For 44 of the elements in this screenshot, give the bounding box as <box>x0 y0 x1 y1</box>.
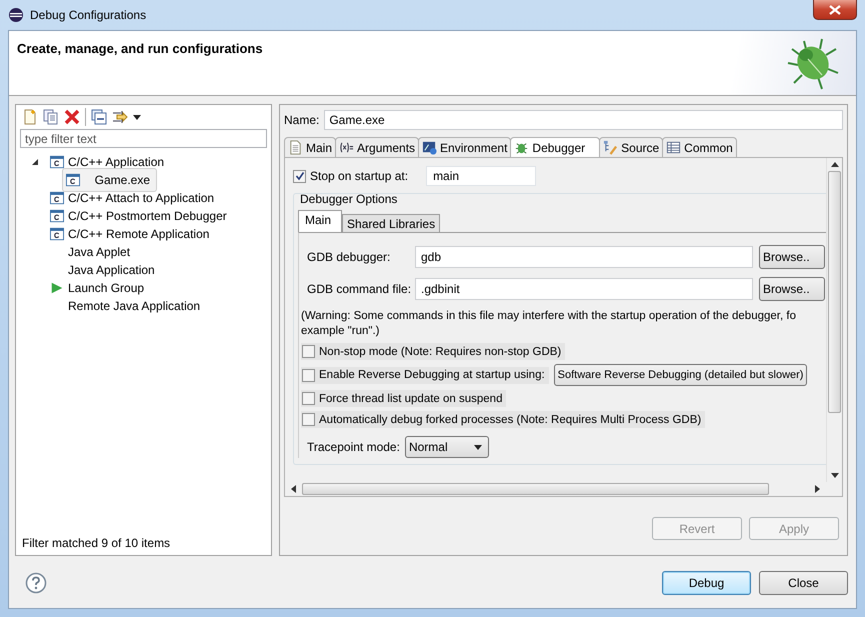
tree-item[interactable]: Remote Java Application <box>48 296 204 316</box>
tab[interactable]: Source <box>599 137 664 157</box>
tab[interactable]: Arguments <box>335 137 420 157</box>
field-label: GDB command file: <box>307 282 412 296</box>
name-label: Name: <box>284 113 320 127</box>
tree-item[interactable]: Game.exe <box>62 168 157 192</box>
option-label[interactable]: Enable Reverse Debugging at startup using: <box>301 366 549 384</box>
checkbox-label: Non-stop mode (Note: Requires non-stop GDB) <box>319 346 562 358</box>
checkbox-label: Stop on startup at: <box>310 169 408 183</box>
tree-item[interactable]: Launch Group <box>48 278 148 298</box>
dialog-button[interactable]: Debug <box>662 571 751 595</box>
checkbox-label: Force thread list update on suspend <box>319 392 502 404</box>
stop-location-field[interactable]: main <box>426 166 536 186</box>
group-title: Debugger Options <box>300 192 398 206</box>
tree-item[interactable]: Java Application <box>48 260 159 280</box>
tab[interactable]: Common <box>662 137 737 157</box>
window-title: Debug Configurations <box>30 8 146 22</box>
tree-item[interactable]: C/C++ Postmortem Debugger <box>48 206 231 226</box>
reverse-mode-dropdown[interactable]: Software Reverse Debugging (detailed but slower) <box>554 364 808 386</box>
dialog-button[interactable]: Close <box>759 571 848 595</box>
filter-field[interactable]: type filter text <box>20 129 267 148</box>
tracepoint-dropdown[interactable]: Normal <box>404 436 489 458</box>
tree-item[interactable]: C/C++ Remote Application <box>48 224 214 244</box>
path-field[interactable]: gdb <box>415 246 753 268</box>
tab[interactable]: Shared Libraries <box>342 214 440 232</box>
browse-button[interactable]: Browse.. <box>759 277 825 301</box>
header-title: Create, manage, and run configurations <box>17 41 263 58</box>
tracepoint-label: Tracepoint mode: <box>307 440 400 454</box>
checkbox-label: Automatically debug forked processes (Note: Requires Multi Process GDB) <box>319 414 702 426</box>
warning-text: (Warning: Some commands in this file may interfere with the startup operation of the debugger, fo example "run".) <box>301 309 797 339</box>
tab[interactable]: Environment <box>418 137 512 157</box>
tab[interactable]: Debugger <box>510 137 600 157</box>
checkbox-label: Enable Reverse Debugging at startup using: <box>319 369 545 381</box>
filter-status: Filter matched 9 of 10 items <box>21 536 172 552</box>
option-label[interactable]: Automatically debug forked processes (Note: Requires Multi Process GDB) <box>301 411 706 428</box>
tree-item[interactable]: Java Applet <box>48 242 134 262</box>
tab[interactable]: Main <box>298 210 342 232</box>
name-field[interactable]: Game.exe <box>324 110 843 130</box>
option-label[interactable]: Force thread list update on suspend <box>301 390 506 407</box>
tab[interactable]: Main <box>284 137 336 157</box>
option-label[interactable]: Non-stop mode (Note: Requires non-stop GDB) <box>301 343 566 360</box>
browse-button[interactable]: Browse.. <box>759 245 825 269</box>
field-label: GDB debugger: <box>307 250 392 264</box>
path-field[interactable]: .gdbinit <box>415 278 753 300</box>
